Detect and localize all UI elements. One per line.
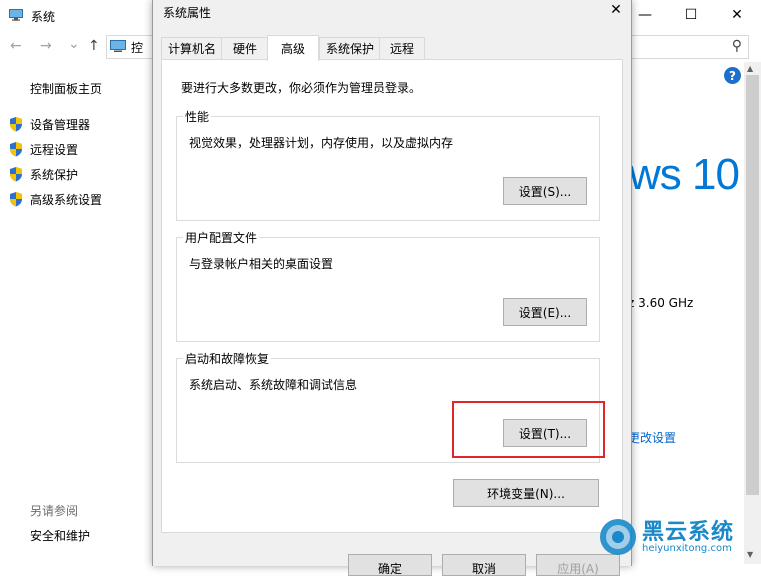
cloud-logo-icon [600, 519, 636, 555]
sidebar-item-label: 高级系统设置 [30, 192, 103, 207]
highlight-box [452, 401, 605, 458]
up-arrow-icon[interactable]: ↑ [88, 38, 100, 54]
maximize-button[interactable]: ☐ [668, 0, 714, 30]
scroll-down-icon[interactable]: ▼ [747, 550, 753, 559]
sidebar-item-advanced-settings[interactable]: 高级系统设置 [8, 189, 102, 209]
scroll-thumb[interactable] [746, 75, 759, 495]
sidebar-item-system-protection[interactable]: 系统保护 [8, 164, 78, 184]
windows-10-logo-text: ws 10 [629, 150, 740, 199]
search-icon[interactable]: ⚲ [732, 38, 742, 54]
watermark-url: heiyunxitong.com [642, 543, 732, 554]
dialog-title: 系统属性 [163, 6, 212, 20]
processor-speed: z 3.60 GHz [628, 296, 694, 310]
sidebar-item-device-manager[interactable]: 设备管理器 [8, 114, 90, 134]
control-panel-home-link[interactable]: 控制面板主页 [30, 80, 102, 97]
startup-recovery-legend: 启动和故障恢复 [183, 350, 272, 367]
cancel-button[interactable]: 取消 [442, 554, 526, 576]
tab-advanced[interactable]: 高级 [267, 35, 319, 61]
security-maintenance-link[interactable]: 安全和维护 [30, 527, 90, 544]
shield-icon [10, 167, 22, 182]
address-bar[interactable]: 控 [106, 35, 153, 59]
change-settings-link[interactable]: 更改设置 [628, 429, 676, 446]
user-profiles-group [176, 237, 600, 342]
forward-arrow-icon[interactable]: → [40, 38, 52, 54]
performance-settings-button[interactable]: 设置(S)... [503, 177, 587, 205]
computer-icon [110, 40, 126, 52]
address-text: 控 [131, 41, 144, 55]
performance-legend: 性能 [183, 108, 212, 125]
ok-button[interactable]: 确定 [348, 554, 432, 576]
back-arrow-icon[interactable]: ← [10, 38, 22, 54]
shield-icon [10, 192, 22, 207]
computer-icon [9, 9, 23, 21]
tab-hardware[interactable]: 硬件 [221, 37, 269, 59]
close-button[interactable]: ✕ [714, 0, 760, 30]
scroll-up-icon[interactable]: ▲ [747, 64, 753, 73]
sidebar-item-remote-settings[interactable]: 远程设置 [8, 139, 78, 159]
performance-group [176, 116, 600, 221]
recent-dropdown-icon[interactable]: ⌄ [68, 36, 80, 52]
watermark-title: 黑云系统 [642, 520, 735, 545]
environment-variables-button[interactable]: 环境变量(N)... [453, 479, 599, 507]
tab-system-protection[interactable]: 系统保护 [319, 37, 381, 59]
window-title: 系统 [31, 10, 56, 24]
tab-computer-name[interactable]: 计算机名 [161, 37, 223, 59]
admin-note: 要进行大多数更改，你必须作为管理员登录。 [181, 81, 422, 95]
sidebar-item-label: 系统保护 [30, 167, 79, 182]
shield-icon [10, 117, 22, 132]
dialog-close-button[interactable]: ✕ [605, 2, 627, 20]
see-also-heading: 另请参阅 [30, 504, 79, 518]
shield-icon [10, 142, 22, 157]
search-box[interactable]: ⚲ [628, 35, 749, 59]
user-profiles-legend: 用户配置文件 [183, 229, 260, 246]
sidebar-item-label: 设备管理器 [30, 117, 91, 132]
user-profiles-settings-button[interactable]: 设置(E)... [503, 298, 587, 326]
performance-description: 视觉效果，处理器计划，内存使用，以及虚拟内存 [189, 136, 454, 150]
tab-remote[interactable]: 远程 [379, 37, 425, 59]
startup-recovery-description: 系统启动、系统故障和调试信息 [189, 378, 358, 392]
help-icon[interactable]: ? [724, 67, 741, 84]
sidebar-item-label: 远程设置 [30, 142, 79, 157]
user-profiles-description: 与登录帐户相关的桌面设置 [189, 257, 334, 271]
apply-button[interactable]: 应用(A) [536, 554, 620, 576]
